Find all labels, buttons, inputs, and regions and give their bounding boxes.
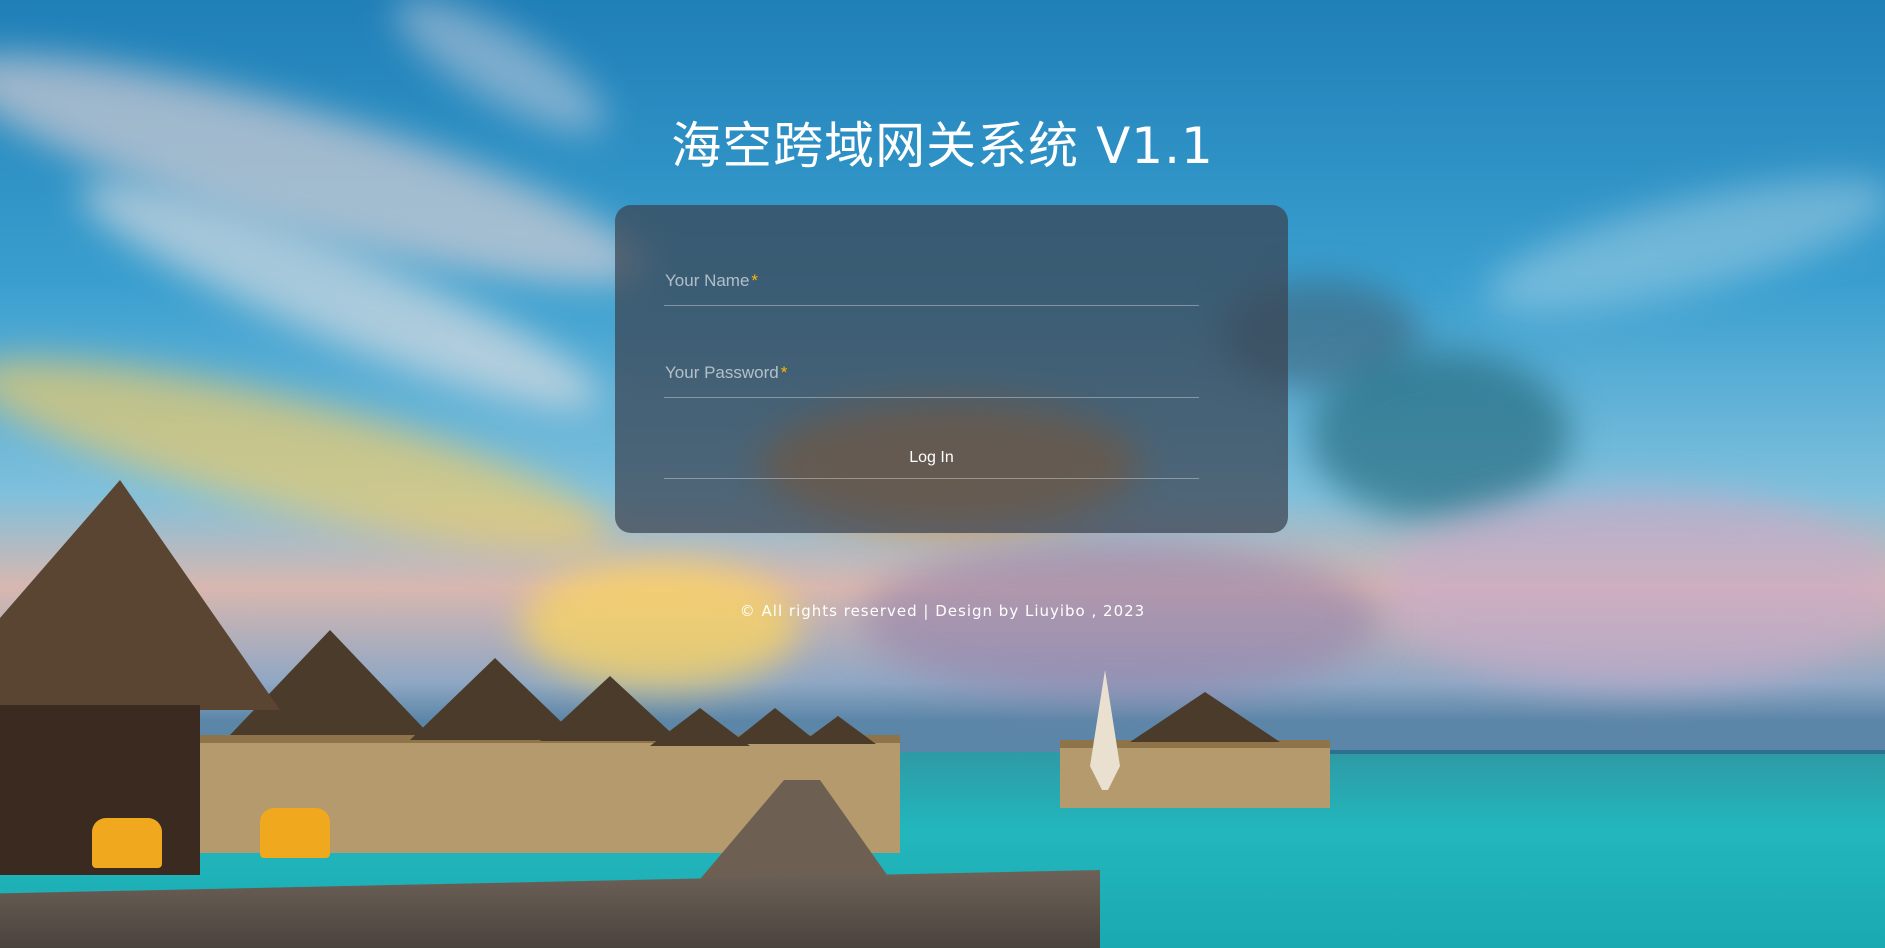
background-cloud	[1380, 490, 1885, 690]
background-cloud	[860, 540, 1380, 700]
background-hut-roof	[800, 716, 876, 744]
password-field-wrapper: Your Password *	[664, 353, 1203, 399]
login-button[interactable]: Log In	[664, 437, 1199, 479]
background-cloud	[1475, 150, 1885, 340]
background-chair	[92, 818, 162, 868]
footer-copyright: © All rights reserved | Design by Liuyib…	[739, 602, 1146, 620]
background-cloud	[1310, 350, 1570, 520]
name-field-wrapper: Your Name *	[664, 261, 1203, 307]
background-chair	[260, 808, 330, 858]
background-hut-roof	[0, 480, 280, 710]
background-hut-roof	[1130, 692, 1280, 742]
password-input[interactable]	[664, 353, 1203, 399]
page-title: 海空跨域网关系统 V1.1	[671, 116, 1214, 175]
name-input[interactable]	[664, 261, 1203, 307]
login-card: Your Name * Your Password * Log In	[615, 205, 1288, 533]
